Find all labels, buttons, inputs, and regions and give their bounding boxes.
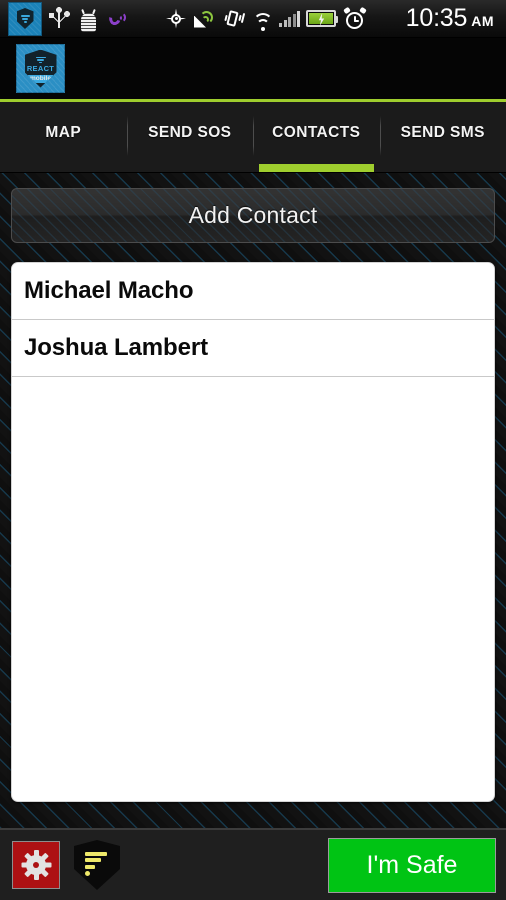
im-safe-label: I'm Safe: [366, 850, 458, 879]
tab-map[interactable]: MAP: [0, 102, 127, 172]
add-contact-label: Add Contact: [188, 202, 318, 228]
gps-crosshair-icon: [163, 6, 189, 32]
tab-bar: MAP SEND SOS CONTACTS SEND SMS: [0, 102, 506, 173]
app-header: REACT mobile: [0, 38, 506, 102]
tab-contacts[interactable]: CONTACTS: [253, 102, 380, 172]
beacon-shield-button[interactable]: [74, 840, 120, 890]
signal-bars-icon: [279, 6, 300, 32]
logo-sub-text: mobile: [28, 75, 53, 84]
gear-icon: [21, 850, 51, 880]
alarm-clock-icon: [343, 6, 367, 31]
add-contact-button[interactable]: Add Contact: [11, 188, 495, 243]
status-bar: 10:35 AM: [0, 0, 506, 38]
status-bar-icon-group: [0, 0, 375, 37]
phone-screen: 10:35 AM REACT mobile MAP SEND SOS CONTA…: [0, 0, 506, 900]
list-item[interactable]: Joshua Lambert: [12, 320, 494, 377]
app-notification-icon: [8, 1, 42, 36]
logo-brand-text: REACT: [26, 64, 55, 74]
vibrate-icon: [221, 6, 247, 32]
usb-icon: [46, 5, 72, 32]
settings-button[interactable]: [12, 841, 60, 889]
wifi-icon: [250, 6, 276, 32]
battery-charging-icon: [306, 10, 338, 27]
contacts-panel: Add Contact Michael Macho Joshua Lambert: [0, 173, 506, 828]
tab-send-sos[interactable]: SEND SOS: [126, 102, 254, 172]
bottom-action-bar: I'm Safe: [0, 828, 506, 900]
clock-meridiem: AM: [471, 13, 494, 29]
status-bar-clock: 10:35 AM: [406, 4, 498, 33]
contacts-list[interactable]: Michael Macho Joshua Lambert: [11, 262, 495, 802]
location-broadcast-icon: [192, 6, 218, 32]
android-debug-icon: [75, 6, 101, 32]
clock-time: 10:35: [405, 4, 468, 32]
tab-send-sms[interactable]: SEND SMS: [379, 102, 506, 172]
im-safe-button[interactable]: I'm Safe: [328, 837, 496, 893]
list-item[interactable]: Michael Macho: [12, 263, 494, 320]
react-mobile-logo-icon: REACT mobile: [16, 44, 65, 93]
viber-call-icon: [104, 6, 130, 32]
